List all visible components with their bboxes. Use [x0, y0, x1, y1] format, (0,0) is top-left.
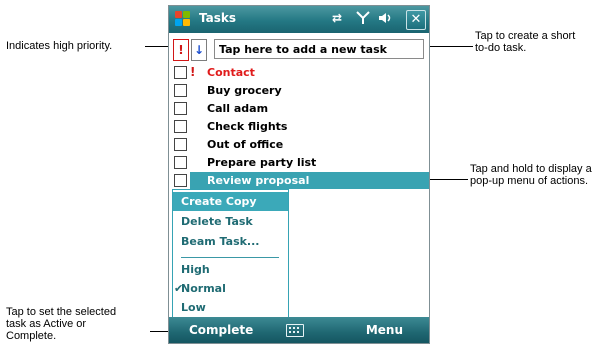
close-button[interactable]: ✕ [406, 10, 426, 30]
signal-icon[interactable] [356, 11, 370, 28]
new-task-input[interactable]: Tap here to add a new task [214, 39, 424, 59]
task-checkbox[interactable] [174, 138, 187, 151]
high-priority-icon: ! [190, 65, 196, 79]
callout-high-priority: Indicates high priority. [6, 40, 113, 52]
task-label: Contact [207, 66, 255, 79]
task-checkbox[interactable] [174, 120, 187, 133]
list-item-selected[interactable]: Review proposal [169, 172, 429, 190]
soft-key-bar: Complete Menu [169, 317, 429, 343]
list-item[interactable]: Call adam [169, 100, 429, 118]
task-label: Call adam [207, 102, 269, 115]
list-item[interactable]: Buy grocery [169, 82, 429, 100]
leader-line [426, 46, 473, 47]
task-checkbox[interactable] [174, 66, 187, 79]
menu-item-beam-task[interactable]: Beam Task... [173, 232, 288, 251]
task-label: Prepare party list [207, 156, 317, 169]
window-title: Tasks [199, 11, 237, 25]
task-label: Out of office [207, 138, 284, 151]
callout-complete: Tap to set the selected task as Active o… [6, 306, 117, 342]
menu-item-low[interactable]: Low [173, 298, 288, 317]
list-item[interactable]: Out of office [169, 136, 429, 154]
menu-divider [181, 257, 279, 258]
menu-item-create-copy[interactable]: Create Copy [173, 192, 288, 211]
task-label: Check flights [207, 120, 288, 133]
callout-tap-hold: Tap and hold to display a pop-up menu of… [470, 163, 592, 187]
task-checkbox[interactable] [174, 174, 187, 187]
task-label: Review proposal [207, 174, 310, 187]
task-label: Buy grocery [207, 84, 282, 97]
checkmark-icon: ✔ [174, 282, 184, 295]
task-checkbox[interactable] [174, 156, 187, 169]
context-menu: Create Copy Delete Task Beam Task... Hig… [172, 189, 289, 318]
connectivity-icon[interactable]: ⇄ [332, 11, 342, 25]
volume-icon[interactable] [378, 11, 394, 28]
task-checkbox[interactable] [174, 102, 187, 115]
callout-new-task: Tap to create a short to-do task. [475, 30, 576, 54]
keyboard-icon[interactable] [286, 324, 304, 337]
list-item[interactable]: Check flights [169, 118, 429, 136]
task-checkbox[interactable] [174, 84, 187, 97]
list-item[interactable]: ! Contact [169, 64, 429, 82]
menu-item-normal[interactable]: ✔ Normal [173, 279, 288, 298]
high-priority-button[interactable]: ! [173, 39, 189, 61]
menu-softkey[interactable]: Menu [366, 323, 403, 337]
menu-item-high[interactable]: High [173, 260, 288, 279]
complete-softkey[interactable]: Complete [189, 323, 253, 337]
title-bar: Tasks ⇄ ✕ [169, 6, 429, 33]
windows-start-icon[interactable] [175, 11, 191, 27]
device-screen: Tasks ⇄ ✕ ! ↓ Tap here to add a new task [168, 5, 430, 344]
new-task-row: ! ↓ Tap here to add a new task [169, 37, 429, 61]
menu-item-delete-task[interactable]: Delete Task [173, 212, 288, 231]
low-priority-button[interactable]: ↓ [191, 39, 207, 61]
list-item[interactable]: Prepare party list [169, 154, 429, 172]
status-icons: ⇄ [332, 11, 402, 29]
